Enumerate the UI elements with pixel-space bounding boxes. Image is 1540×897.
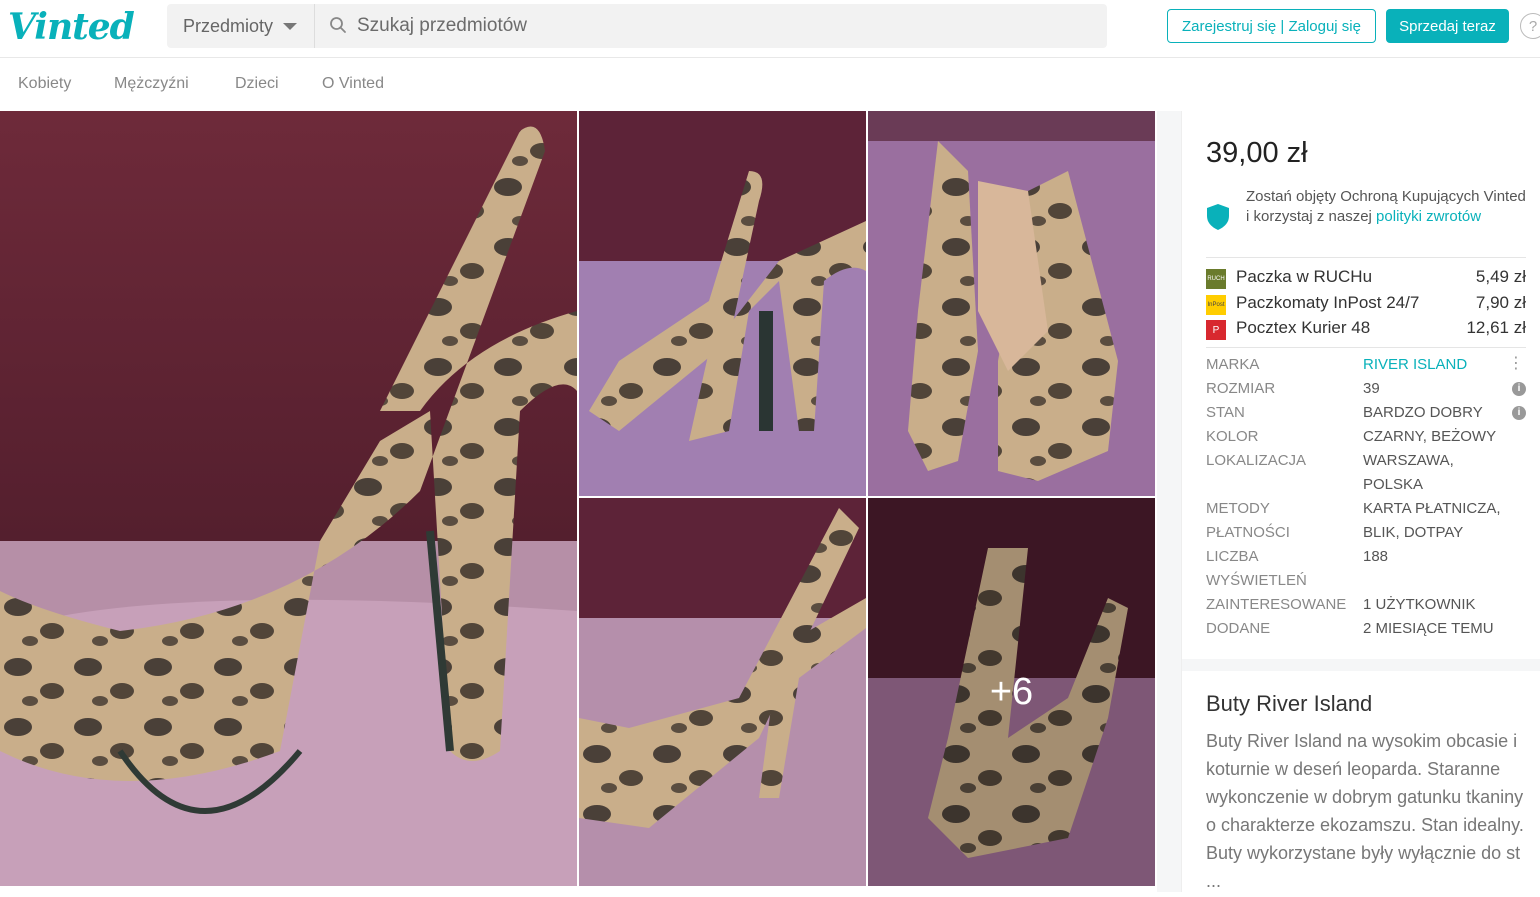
register-login-button[interactable]: Zarejestruj się | Zaloguj się [1167, 9, 1376, 43]
vinted-logo[interactable]: Vinted [8, 6, 135, 48]
pocztex-logo-icon: P [1206, 320, 1226, 340]
detail-value: KARTA PŁATNICZA, BLIK, DOTPAY [1363, 500, 1501, 541]
shipping-price: 7,90 zł [1475, 293, 1526, 312]
ruch-logo-icon: RUCH [1206, 269, 1226, 289]
detail-label: ROZMIAR [1206, 380, 1276, 397]
info-icon[interactable]: i [1512, 382, 1526, 396]
section-separator [1182, 659, 1540, 671]
detail-value: 39 [1363, 380, 1380, 397]
refund-policy-link[interactable]: polityki zwrotów [1376, 208, 1481, 225]
detail-label: MARKA [1206, 356, 1260, 373]
chevron-down-icon [283, 22, 298, 30]
detail-label: DODANE [1206, 620, 1271, 637]
divider [1206, 257, 1526, 258]
shield-icon [1207, 204, 1229, 230]
top-header: Vinted Przedmioty Zarejestruj się | Zalo… [0, 0, 1540, 58]
detail-label: METODY PŁATNOŚCI [1206, 500, 1290, 541]
help-icon[interactable]: ? [1520, 13, 1540, 39]
detail-label: ZAINTERESOWANE [1206, 596, 1347, 613]
shipping-name: Pocztex Kurier 48 [1236, 318, 1371, 337]
detail-value: CZARNY, BEŻOWY [1363, 428, 1497, 445]
buyer-protection-text: Zostań objęty Ochroną Kupujących Vinted … [1246, 187, 1526, 227]
brand-link[interactable]: RIVER ISLAND [1363, 353, 1513, 377]
shipping-option: RUCH Paczka w RUCHu 5,49 zł [1206, 266, 1526, 290]
detail-value: 188 [1363, 548, 1389, 565]
item-description: Buty River Island na wysokim obcasie i k… [1206, 731, 1524, 891]
category-nav: Kobiety Mężczyźni Dzieci O Vinted [0, 59, 1540, 111]
item-details-sidebar: 39,00 zł Zostań objęty Ochroną Kupującyc… [1181, 111, 1540, 892]
category-select[interactable]: Przedmioty [167, 4, 315, 48]
shipping-option: P Pocztex Kurier 48 12,61 zł [1206, 317, 1526, 341]
item-price: 39,00 zł [1206, 137, 1308, 169]
info-icon[interactable]: i [1512, 406, 1526, 420]
shipping-option: InPost Paczkomaty InPost 24/7 7,90 zł [1206, 292, 1526, 316]
search-bar: Przedmioty [167, 4, 1107, 48]
detail-value: 2 MIESIĄCE TEMU [1363, 620, 1494, 637]
shipping-price: 5,49 zł [1475, 267, 1526, 286]
detail-label: KOLOR [1206, 428, 1259, 445]
thumbnail-photo[interactable] [579, 498, 866, 886]
item-title: Buty River Island [1206, 691, 1373, 716]
detail-label: LOKALIZACJA [1206, 452, 1307, 469]
detail-label: STAN [1206, 404, 1245, 421]
divider [1206, 347, 1526, 348]
main-photo[interactable] [0, 111, 577, 886]
detail-label: LICZBA WYŚWIETLEŃ [1206, 548, 1307, 589]
detail-value: 1 UŻYTKOWNIK [1363, 596, 1476, 613]
shipping-price: 12,61 zł [1466, 318, 1526, 337]
shipping-name: Paczkomaty InPost 24/7 [1236, 293, 1420, 312]
shipping-name: Paczka w RUCHu [1236, 267, 1373, 286]
gallery-sidebar-gap [1157, 111, 1181, 892]
more-options-icon[interactable]: ⋮ [1508, 353, 1524, 375]
detail-value: BARDZO DOBRY [1363, 404, 1483, 421]
thumbnail-photo-more[interactable]: +6 [868, 498, 1155, 886]
nav-item-dzieci[interactable]: Dzieci [235, 75, 279, 93]
sell-now-button[interactable]: Sprzedaj teraz [1386, 9, 1509, 43]
nav-item-mezczyzni[interactable]: Mężczyźni [114, 75, 189, 93]
search-input[interactable] [357, 4, 1077, 48]
inpost-logo-icon: InPost [1206, 295, 1226, 315]
nav-item-o-vinted[interactable]: O Vinted [322, 75, 384, 93]
nav-item-kobiety[interactable]: Kobiety [18, 75, 71, 93]
search-icon [330, 17, 346, 33]
photo-gallery: +6 [0, 111, 1157, 886]
thumbnail-photo[interactable] [579, 111, 866, 496]
category-select-label: Przedmioty [183, 15, 274, 36]
thumbnail-photo[interactable] [868, 111, 1155, 496]
detail-value: WARSZAWA, POLSKA [1363, 452, 1454, 493]
more-photos-count: +6 [868, 498, 1155, 886]
